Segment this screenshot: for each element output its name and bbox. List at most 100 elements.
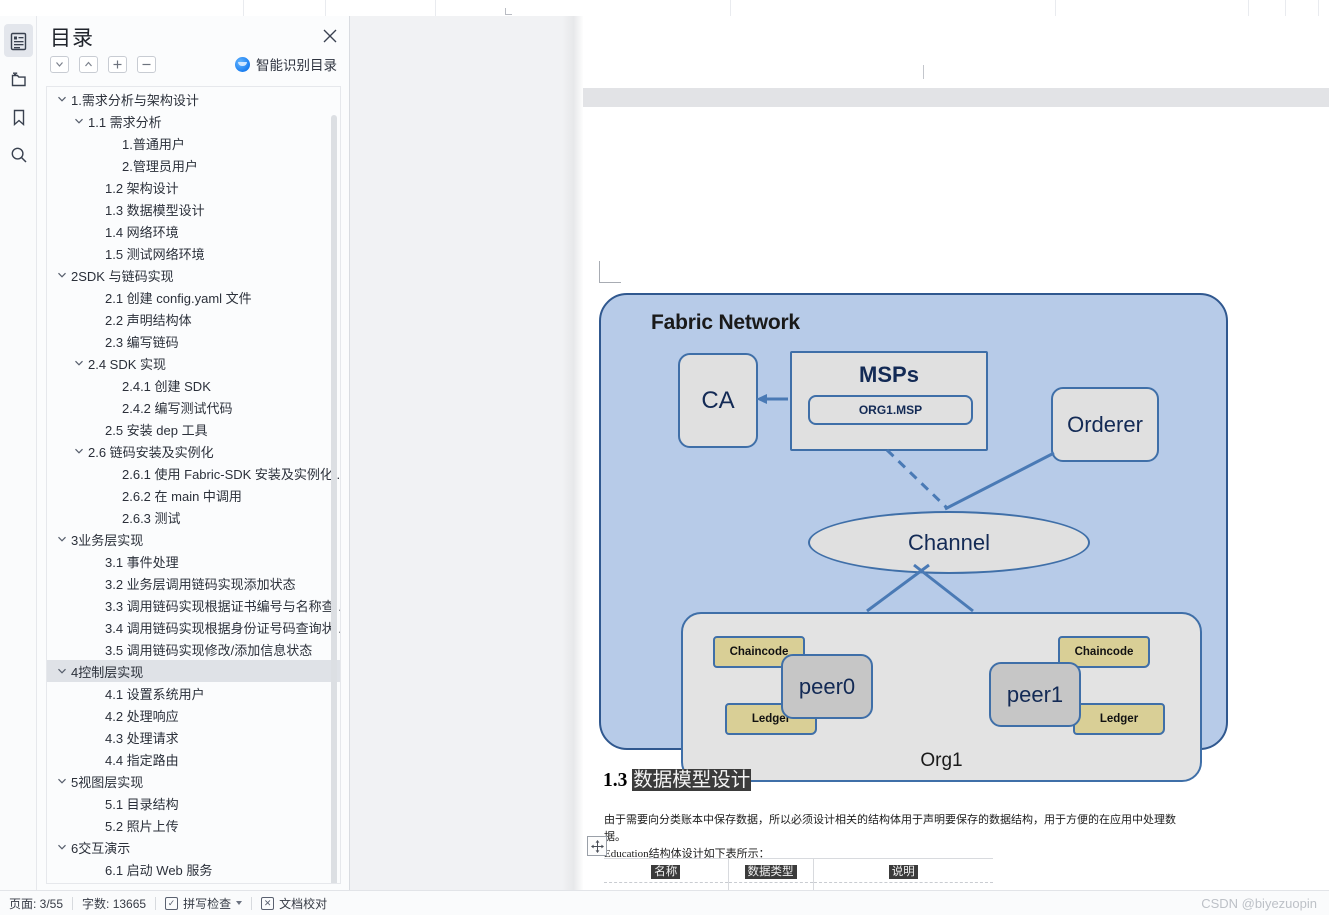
smart-toc-button[interactable]: 智能识别目录 (235, 54, 337, 74)
toc-item[interactable]: 5.1 目录结构 (47, 792, 340, 814)
toc-item[interactable]: 2.6.2 在 main 中调用 (47, 484, 340, 506)
expand-down-button[interactable] (50, 56, 69, 73)
org1msp-node[interactable]: ORG1.MSP (808, 395, 973, 425)
chevron-down-icon[interactable] (55, 774, 69, 789)
ruler-tick (923, 65, 924, 79)
toc-item[interactable]: 6.2 访问页面 (47, 880, 340, 883)
ca-label: CA (701, 386, 735, 414)
toc-item[interactable]: 2.6.1 使用 Fabric-SDK 安装及实例化 ... (47, 462, 340, 484)
chevron-down-icon[interactable] (55, 268, 69, 283)
toc-item-label: 2.4.1 创建 SDK (122, 378, 211, 394)
body-paragraph: 由于需要向分类账本中保存数据，所以必须设计相关的结构体用于声明要保存的数据结构，… (604, 812, 1176, 863)
table-cell (813, 882, 993, 890)
chevron-down-icon[interactable] (55, 532, 69, 547)
toc-item[interactable]: 6.1 启动 Web 服务 (47, 858, 340, 880)
toc-item[interactable]: 4.2 处理响应 (47, 704, 340, 726)
toc-item[interactable]: 2.5 安装 dep 工具 (47, 418, 340, 440)
toc-item[interactable]: 1.5 测试网络环境 (47, 242, 340, 264)
toc-scrollbar-thumb[interactable] (331, 115, 337, 883)
toc-item[interactable]: 6交互演示 (47, 836, 340, 858)
spellcheck-button[interactable]: ✓ 拼写检查 (156, 891, 251, 915)
expand-all-button[interactable] (108, 56, 127, 73)
org1-label: Org1 (920, 750, 963, 771)
toc-item[interactable]: 1.4 网络环境 (47, 220, 340, 242)
chevron-down-icon[interactable] (55, 840, 69, 855)
toc-item[interactable]: 4.1 设置系统用户 (47, 682, 340, 704)
toc-item[interactable]: 2.2 声明结构体 (47, 308, 340, 330)
toc-item[interactable]: 1.普通用户 (47, 132, 340, 154)
page-indicator-label: 页面: 3/55 (9, 896, 64, 911)
toc-item[interactable]: 2.6.3 测试 (47, 506, 340, 528)
chevron-down-icon[interactable] (72, 444, 86, 459)
chevron-down-icon[interactable] (72, 356, 86, 371)
toc-item[interactable]: 2.4.1 创建 SDK (47, 374, 340, 396)
toc-item[interactable]: 3业务层实现 (47, 528, 340, 550)
toc-item[interactable]: 1.3 数据模型设计 (47, 198, 340, 220)
toc-item-label: 2.4.2 编写测试代码 (122, 400, 233, 416)
toc-item[interactable]: 4.3 处理请求 (47, 726, 340, 748)
toc-item-label: 5.2 照片上传 (105, 818, 179, 834)
toc-item[interactable]: 5.2 照片上传 (47, 814, 340, 836)
toc-item-label: 2.4 SDK 实现 (88, 356, 167, 372)
rail-item-thumbnails[interactable] (0, 60, 37, 98)
minus-icon (142, 63, 151, 66)
org1-box: Chaincode Ledger peer0 Chaincode Ledger (681, 612, 1202, 782)
collapse-all-button[interactable] (137, 56, 156, 73)
toc-item-label: 1.3 数据模型设计 (105, 202, 205, 218)
channel-node[interactable]: Channel (808, 511, 1090, 574)
toc-item[interactable]: 1.1 需求分析 (47, 110, 340, 132)
smart-ai-icon (235, 56, 250, 72)
toc-item[interactable]: 1.需求分析与架构设计 (47, 88, 340, 110)
collapse-up-button[interactable] (79, 56, 98, 73)
toc-item-label: 2.1 创建 config.yaml 文件 (105, 290, 252, 306)
msps-node[interactable]: MSPs ORG1.MSP (790, 351, 988, 451)
toc-item-label: 3.5 调用链码实现修改/添加信息状态 (105, 642, 313, 658)
toc-item-label: 1.普通用户 (122, 136, 185, 152)
toc-item-label: 1.2 架构设计 (105, 180, 179, 196)
toc-item[interactable]: 2.1 创建 config.yaml 文件 (47, 286, 340, 308)
toc-item[interactable]: 3.3 调用链码实现根据证书编号与名称查 ... (47, 594, 340, 616)
proofread-button[interactable]: ✕ 文档校对 (252, 891, 336, 915)
toc-item[interactable]: 2.管理员用户 (47, 154, 340, 176)
toc-item[interactable]: 3.2 业务层调用链码实现添加状态 (47, 572, 340, 594)
toc-item[interactable]: 2.4.2 编写测试代码 (47, 396, 340, 418)
rail-item-bookmarks[interactable] (0, 98, 37, 136)
table-row[interactable]: ObjectTypestring (604, 882, 993, 890)
table-header-cell: 说明 (813, 858, 993, 883)
ledger-note-peer1[interactable]: Ledger (1073, 703, 1165, 735)
toc-item-label: 4.3 处理请求 (105, 730, 179, 746)
toc-item[interactable]: 2SDK 与链码实现 (47, 264, 340, 286)
left-icon-rail (0, 16, 37, 890)
toc-item[interactable]: 2.3 编写链码 (47, 330, 340, 352)
toc-item-label: 6交互演示 (71, 840, 131, 856)
toc-item[interactable]: 3.1 事件处理 (47, 550, 340, 572)
toc-list: 1.需求分析与架构设计 1.1 需求分析 1.普通用户 2.管理员用户 1.2 架构设计… (47, 88, 340, 883)
table-move-handle[interactable] (587, 836, 607, 856)
chevron-down-icon[interactable] (72, 114, 86, 129)
toc-item[interactable]: 4控制层实现 (47, 660, 340, 682)
chevron-down-icon[interactable] (55, 664, 69, 679)
rail-item-search[interactable] (0, 136, 37, 174)
peer1-node[interactable]: peer1 (989, 662, 1081, 727)
document-page-previous (583, 16, 1329, 88)
toc-item[interactable]: 3.4 调用链码实现根据身份证号码查询状 ... (47, 616, 340, 638)
fabric-network-diagram[interactable]: Fabric Network CA MSPs ORG1.MSP Orderer (599, 293, 1228, 782)
ca-node[interactable]: CA (678, 353, 758, 448)
orderer-node[interactable]: Orderer (1051, 387, 1159, 462)
toc-item[interactable]: 4.4 指定路由 (47, 748, 340, 770)
table-header-label: 名称 (651, 864, 681, 879)
close-toc-button[interactable] (321, 27, 339, 45)
toc-item-label: 6.1 启动 Web 服务 (105, 862, 213, 878)
folder-icon (11, 72, 26, 87)
toc-item[interactable]: 2.6 链码安装及实例化 (47, 440, 340, 462)
peer0-node[interactable]: peer0 (781, 654, 873, 719)
data-model-table[interactable]: 名称数据类型说明ObjectTypestringNamestring姓名Gend… (604, 858, 993, 890)
rail-item-toc[interactable] (0, 22, 37, 60)
toc-item[interactable]: 3.5 调用链码实现修改/添加信息状态 (47, 638, 340, 660)
toc-item[interactable]: 2.4 SDK 实现 (47, 352, 340, 374)
toc-item[interactable]: 5视图层实现 (47, 770, 340, 792)
toc-item[interactable]: 1.2 架构设计 (47, 176, 340, 198)
page-indicator: 页面: 3/55 (0, 891, 72, 915)
chevron-down-icon[interactable] (55, 92, 69, 107)
document-canvas[interactable]: Fabric Network CA MSPs ORG1.MSP Orderer (350, 16, 1329, 890)
